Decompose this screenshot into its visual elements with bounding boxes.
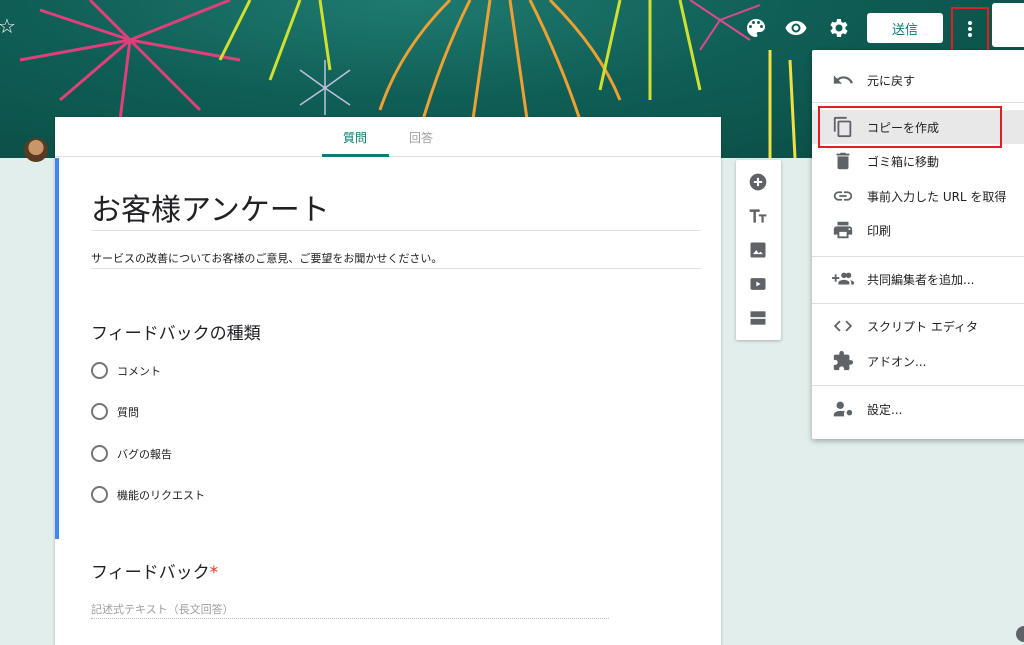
send-button[interactable]: 送信 [867,13,943,43]
trash-icon [832,150,854,172]
more-vert-icon [968,21,972,39]
menu-item-label: アドオン... [867,354,927,369]
menu-item-move-to-trash[interactable]: ゴミ箱に移動 [812,144,1024,178]
print-icon [832,219,854,241]
form-title[interactable]: お客様アンケート [91,185,330,229]
tab-questions[interactable]: 質問 [343,129,367,146]
tab-responses[interactable]: 回答 [409,129,433,146]
title-underline [91,230,701,231]
highlight-annotation [818,106,1002,148]
option-label: コメント [117,364,161,378]
menu-item-label: 設定... [867,402,903,417]
menu-item-label: 印刷 [867,223,892,238]
gear-icon[interactable] [826,16,850,40]
menu-item-undo[interactable]: 元に戻す [812,63,1024,97]
required-mark: * [209,563,219,583]
account-area[interactable] [992,3,1024,47]
option-label: バグの報告 [117,447,172,461]
code-icon [832,315,854,337]
description-underline [91,268,701,269]
menu-item-add-collaborators[interactable]: 共同編集者を追加... [812,262,1024,296]
question-title-text: フィードバック [91,563,210,583]
answer-underline [91,618,609,619]
active-tab-indicator [322,154,389,157]
side-toolbar [736,160,781,340]
radio-option[interactable]: 質問 [91,403,139,420]
add-image-icon[interactable] [748,240,768,260]
menu-item-settings[interactable]: 設定... [812,392,1024,426]
radio-option[interactable]: 機能のリクエスト [91,486,205,503]
person-settings-icon [832,398,854,420]
menu-divider [812,385,1024,386]
question-title[interactable]: フィードバック* [91,558,218,583]
radio-button[interactable] [91,445,108,462]
menu-item-label: 事前入力した URL を取得 [867,189,1007,204]
star-icon[interactable]: ☆ [0,14,16,38]
link-icon [832,185,854,207]
long-answer-placeholder: 記述式テキスト（長文回答） [91,603,234,616]
help-icon[interactable] [1016,626,1024,642]
palette-icon[interactable] [744,16,768,40]
preview-eye-icon[interactable] [784,16,808,40]
menu-item-label: 元に戻す [867,73,916,88]
option-label: 機能のリクエスト [117,488,205,502]
menu-item-label: ゴミ箱に移動 [867,154,940,169]
menu-divider [812,256,1024,257]
avatar[interactable] [24,138,48,162]
form-card: 質問 回答 お客様アンケート サービスの改善についてお客様のご意見、ご要望をお聞… [55,117,721,645]
menu-item-add-ons[interactable]: アドオン... [812,344,1024,378]
radio-button[interactable] [91,403,108,420]
radio-option[interactable]: コメント [91,362,161,379]
form-description[interactable]: サービスの改善についてお客様のご意見、ご要望をお聞かせください。 [91,250,442,266]
menu-divider [812,102,1024,103]
add-title-icon[interactable] [748,206,768,226]
add-video-icon[interactable] [748,274,768,294]
menu-item-label: スクリプト エディタ [867,319,978,334]
menu-item-prefilled-url[interactable]: 事前入力した URL を取得 [812,179,1024,213]
radio-option[interactable]: バグの報告 [91,445,172,462]
menu-item-print[interactable]: 印刷 [812,213,1024,247]
radio-button[interactable] [91,362,108,379]
undo-icon [832,69,854,91]
active-section-bar [55,158,59,539]
menu-item-script-editor[interactable]: スクリプト エディタ [812,309,1024,343]
add-person-icon [832,268,854,290]
menu-item-label: 共同編集者を追加... [867,272,975,287]
puzzle-icon [832,350,854,372]
add-section-icon[interactable] [748,308,768,328]
menu-divider [812,303,1024,304]
form-tabs: 質問 回答 [55,117,721,157]
radio-button[interactable] [91,486,108,503]
add-question-icon[interactable] [748,172,768,192]
question-title[interactable]: フィードバックの種類 [91,319,261,344]
option-label: 質問 [117,405,139,419]
